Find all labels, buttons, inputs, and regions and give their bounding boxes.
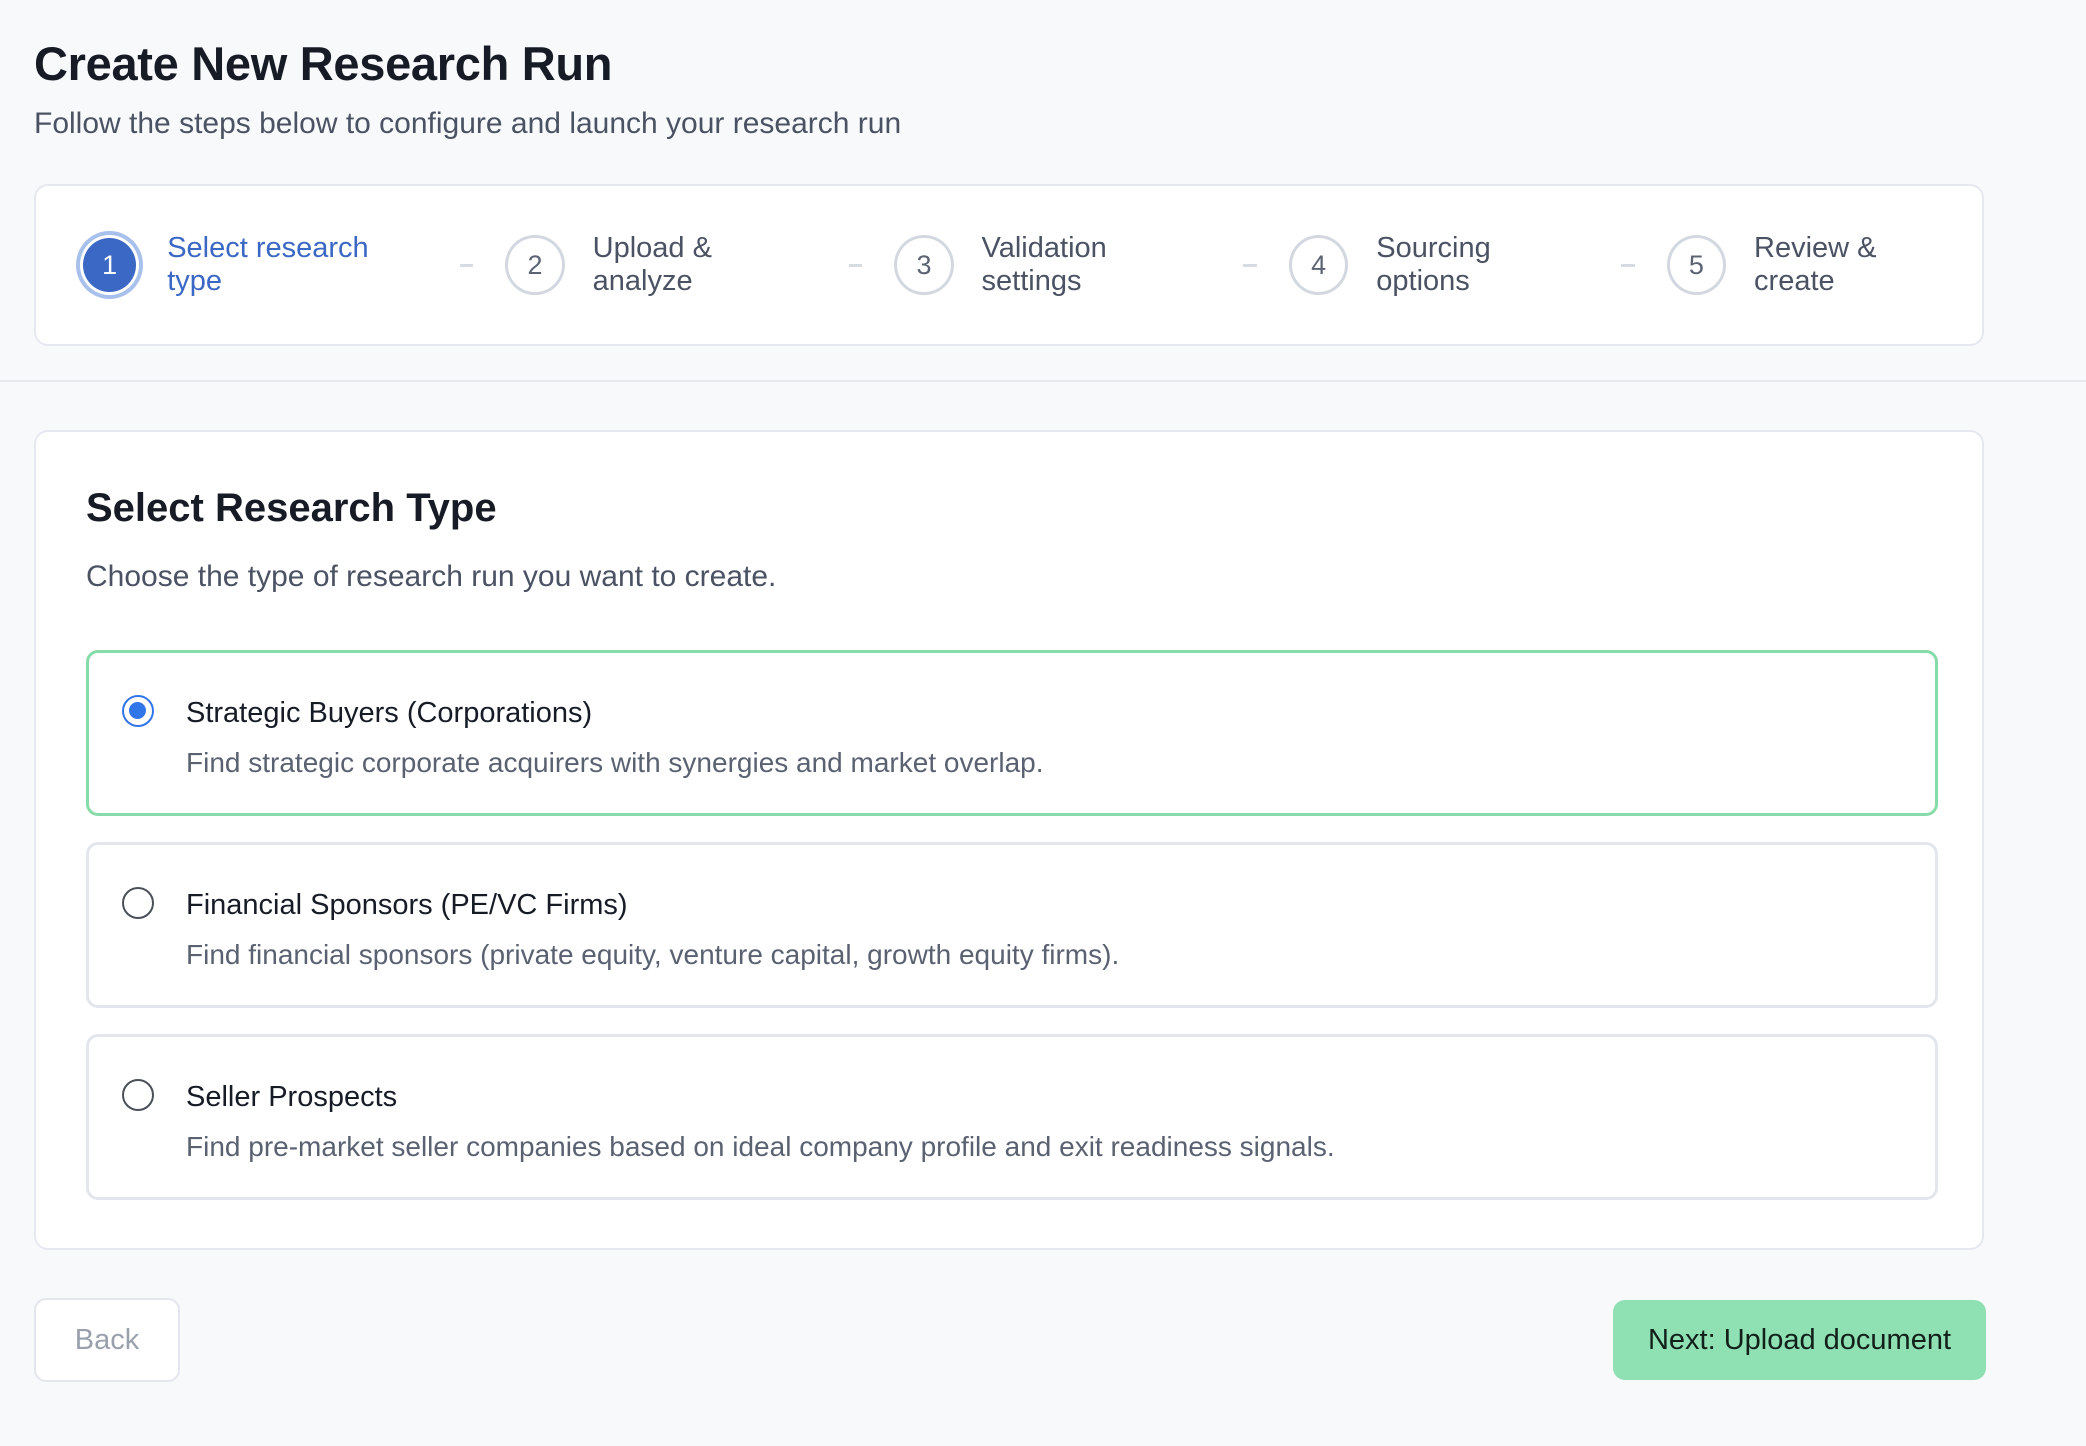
step-select-research-type[interactable]: 1 Select research type [80, 232, 428, 298]
option-title: Financial Sponsors (PE/VC Firms) [186, 889, 628, 921]
option-title: Strategic Buyers (Corporations) [186, 697, 593, 729]
card-subtitle: Choose the type of research run you want… [86, 560, 777, 593]
option-seller-prospects[interactable]: Seller Prospects Find pre-market seller … [86, 1034, 1938, 1200]
stepper: 1 Select research type 2 Upload & analyz… [34, 184, 1984, 346]
step-label: Upload & analyze [592, 232, 712, 297]
option-description: Find pre-market seller companies based o… [186, 1131, 1335, 1162]
step-separator [1621, 263, 1635, 267]
step-number: 4 [1289, 235, 1349, 295]
radio-button[interactable] [122, 1079, 154, 1111]
step-review-create[interactable]: 5 Review & create [1666, 232, 1962, 298]
page-header: Create New Research Run Follow the steps… [34, 36, 901, 141]
option-financial-sponsors[interactable]: Financial Sponsors (PE/VC Firms) Find fi… [86, 842, 1938, 1008]
page-subtitle: Follow the steps below to configure and … [34, 107, 902, 140]
step-number: 1 [80, 235, 140, 295]
back-button[interactable]: Back [34, 1298, 180, 1382]
step-sourcing-options[interactable]: 4 Sourcing options [1289, 232, 1589, 298]
card-title: Select Research Type [86, 486, 497, 530]
step-number: 3 [894, 235, 954, 295]
step-separator [848, 263, 863, 267]
research-type-card: Select Research Type Choose the type of … [34, 430, 1984, 1250]
step-separator [1243, 263, 1258, 267]
step-label: Validation settings [981, 232, 1107, 297]
step-validation-settings[interactable]: 3 Validation settings [894, 232, 1211, 298]
section-divider [0, 380, 2086, 382]
radio-button[interactable] [122, 695, 154, 727]
step-number: 5 [1666, 235, 1727, 295]
step-label: Sourcing options [1376, 232, 1491, 297]
step-label: Select research type [167, 232, 369, 297]
step-number: 2 [505, 235, 565, 295]
option-strategic-buyers[interactable]: Strategic Buyers (Corporations) Find str… [86, 650, 1938, 816]
option-title: Seller Prospects [186, 1081, 398, 1113]
option-description: Find strategic corporate acquirers with … [186, 747, 1044, 778]
step-label: Review & create [1754, 232, 1877, 297]
radio-selected-dot [129, 702, 146, 719]
page-title: Create New Research Run [34, 37, 613, 90]
step-upload-analyze[interactable]: 2 Upload & analyze [505, 232, 816, 298]
next-upload-document-button[interactable]: Next: Upload document [1613, 1300, 1986, 1380]
radio-button[interactable] [122, 887, 154, 919]
step-separator [459, 263, 474, 267]
option-description: Find financial sponsors (private equity,… [186, 939, 1120, 970]
